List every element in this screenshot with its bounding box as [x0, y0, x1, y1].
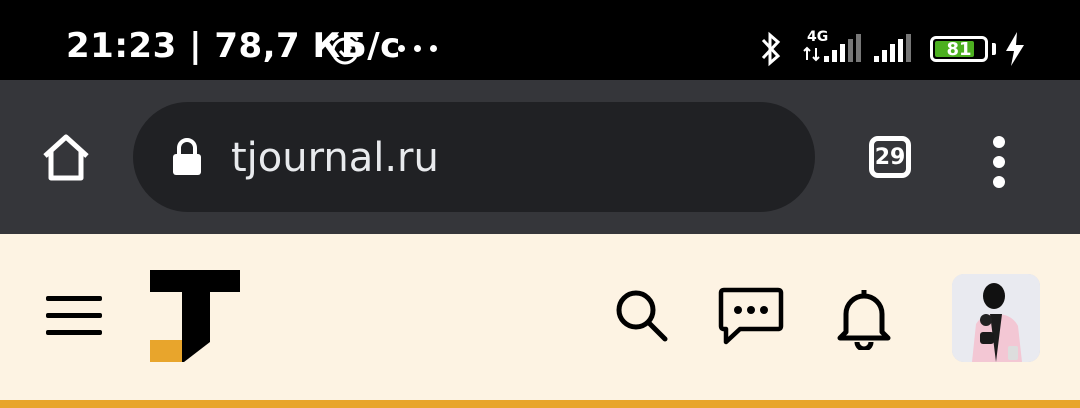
more-menu-icon[interactable]	[993, 136, 1005, 188]
battery-percent: 81	[946, 38, 972, 60]
status-bar: 21:23 | 78,7 КБ/с 4G 81	[0, 0, 1080, 80]
tjournal-logo[interactable]	[150, 270, 240, 362]
battery-icon: 81	[930, 36, 988, 62]
cell-signal-icon	[874, 34, 911, 62]
tabs-button[interactable]: 29	[869, 136, 911, 178]
search-icon[interactable]	[614, 288, 670, 344]
charging-icon	[1006, 32, 1024, 66]
avatar[interactable]	[952, 274, 1040, 362]
address-bar[interactable]: tjournal.ru	[133, 102, 815, 212]
url-text[interactable]: tjournal.ru	[231, 135, 439, 181]
more-notifications-icon	[398, 45, 437, 52]
browser-toolbar: tjournal.ru 29	[0, 80, 1080, 234]
bell-icon[interactable]	[834, 284, 894, 350]
messages-icon[interactable]	[718, 286, 784, 346]
home-icon[interactable]	[40, 132, 92, 182]
avatar-image	[952, 274, 1040, 362]
lock-icon[interactable]	[171, 138, 203, 176]
header-accent-line	[0, 400, 1080, 408]
bluetooth-icon	[761, 31, 781, 67]
hamburger-menu-icon[interactable]	[44, 294, 104, 338]
cell-signal-icon	[824, 34, 861, 62]
site-header	[0, 234, 1080, 400]
alarm-icon	[331, 33, 359, 65]
cell-signal-icon	[803, 46, 820, 62]
tab-count: 29	[874, 144, 906, 170]
